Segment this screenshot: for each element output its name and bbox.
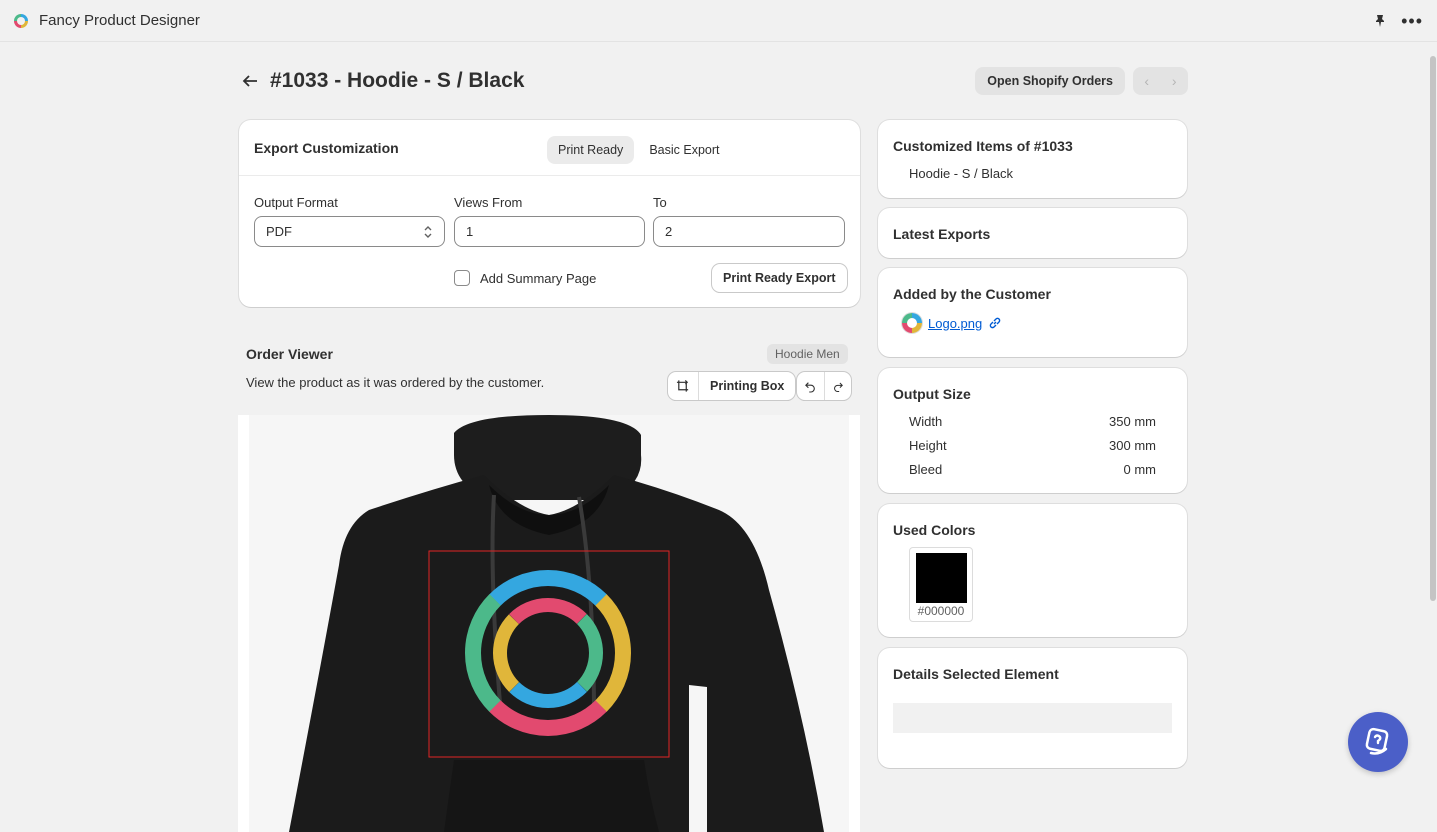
latest-exports-card: Latest Exports (878, 208, 1187, 258)
product-stage[interactable] (238, 415, 860, 832)
output-size-card: Output Size Width 350 mm Height 300 mm B… (878, 368, 1187, 493)
order-viewer-title: Order Viewer (246, 346, 333, 362)
redo-icon[interactable] (824, 372, 851, 400)
color-swatch-label: #000000 (917, 604, 965, 618)
product-badge: Hoodie Men (767, 344, 848, 364)
used-colors-title: Used Colors (893, 522, 976, 538)
bleed-label: Bleed (909, 462, 943, 477)
details-selected-element-card: Details Selected Element (878, 648, 1187, 768)
chevron-right-icon[interactable]: › (1172, 73, 1177, 89)
summary-page-checkbox[interactable] (454, 270, 470, 286)
customized-items-title: Customized Items of #1033 (893, 138, 1073, 154)
printing-box-icon[interactable] (668, 372, 698, 400)
printing-box-toggle: Printing Box (668, 372, 796, 400)
output-size-title: Output Size (893, 386, 971, 402)
order-viewer-subtitle: View the product as it was ordered by th… (246, 375, 545, 390)
tab-basic-export[interactable]: Basic Export (638, 136, 730, 164)
printing-box-button[interactable]: Printing Box (698, 372, 795, 400)
order-pager: ‹ › (1133, 67, 1188, 95)
views-from-value: 1 (466, 224, 474, 239)
color-swatch-item[interactable]: #000000 (909, 547, 973, 622)
views-to-input[interactable]: 2 (653, 216, 845, 247)
width-label: Width (909, 414, 943, 429)
used-colors-card: Used Colors #000000 (878, 504, 1187, 637)
scrollbar-thumb[interactable] (1430, 56, 1436, 601)
uploaded-file: Logo.png (902, 313, 1002, 333)
file-thumbnail (902, 313, 922, 333)
customized-items-card: Customized Items of #1033 Hoodie - S / B… (878, 120, 1187, 198)
bleed-value: 0 mm (1123, 462, 1157, 477)
summary-page-option[interactable]: Add Summary Page (454, 270, 596, 286)
output-size-width-row: Width 350 mm (909, 414, 1156, 429)
app-logo-icon (14, 13, 28, 28)
chat-icon (1365, 727, 1389, 755)
to-label: To (653, 195, 667, 210)
views-from-label: Views From (454, 195, 523, 210)
app-topbar: Fancy Product Designer ••• (0, 0, 1437, 42)
output-size-height-row: Height 300 mm (909, 438, 1156, 453)
height-label: Height (909, 438, 947, 453)
page-header: #1033 - Hoodie - S / Black Open Shopify … (240, 64, 1188, 98)
output-size-bleed-row: Bleed 0 mm (909, 462, 1156, 477)
select-chevron-icon (424, 225, 432, 238)
hoodie-product-image (289, 415, 824, 832)
views-from-input[interactable]: 1 (454, 216, 645, 247)
top-actions: ••• (1373, 12, 1423, 30)
details-placeholder (893, 703, 1172, 733)
logo-file-link[interactable]: Logo.png (928, 316, 982, 331)
added-by-customer-title: Added by the Customer (893, 286, 1051, 302)
page-title: #1033 - Hoodie - S / Black (270, 69, 525, 92)
more-icon[interactable]: ••• (1401, 12, 1423, 30)
tab-print-ready[interactable]: Print Ready (547, 136, 635, 164)
details-selected-element-title: Details Selected Element (893, 666, 1059, 682)
output-format-label: Output Format (254, 195, 338, 210)
export-title: Export Customization (254, 139, 399, 156)
output-format-select[interactable]: PDF (254, 216, 445, 247)
page-scrollbar[interactable] (1429, 42, 1437, 832)
link-icon[interactable] (988, 316, 1002, 330)
summary-page-label: Add Summary Page (480, 270, 597, 286)
height-value: 300 mm (1109, 438, 1156, 453)
views-to-value: 2 (665, 224, 673, 239)
chevron-left-icon[interactable]: ‹ (1144, 73, 1149, 89)
latest-exports-title: Latest Exports (893, 226, 991, 242)
open-shopify-orders-button[interactable]: Open Shopify Orders (975, 67, 1125, 95)
export-tabs: Print Ready Basic Export (547, 136, 730, 164)
product-canvas[interactable] (249, 415, 849, 832)
undo-icon[interactable] (797, 372, 824, 400)
customized-item[interactable]: Hoodie - S / Black (909, 166, 1013, 181)
export-customization-card: Export Customization Print Ready Basic E… (239, 120, 860, 307)
back-arrow-icon[interactable] (240, 71, 260, 91)
header-actions: Open Shopify Orders ‹ › (975, 67, 1188, 95)
chat-support-button[interactable] (1348, 712, 1408, 772)
output-format-value: PDF (266, 224, 292, 239)
added-by-customer-card: Added by the Customer Logo.png (878, 268, 1187, 357)
app-title: Fancy Product Designer (39, 12, 200, 29)
history-buttons (797, 372, 851, 400)
width-value: 350 mm (1109, 414, 1156, 429)
pin-icon[interactable] (1373, 14, 1387, 28)
print-ready-export-button[interactable]: Print Ready Export (712, 264, 847, 292)
color-swatch (916, 553, 967, 603)
